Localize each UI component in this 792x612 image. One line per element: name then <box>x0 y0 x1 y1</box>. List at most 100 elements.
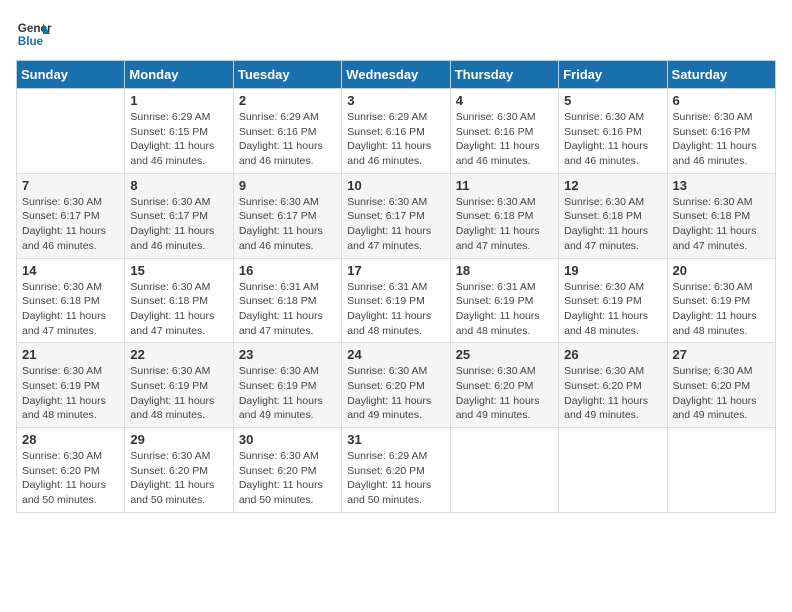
cell-info: Sunrise: 6:29 AM Sunset: 6:15 PM Dayligh… <box>130 110 227 169</box>
day-number: 12 <box>564 178 661 193</box>
calendar-table: SundayMondayTuesdayWednesdayThursdayFrid… <box>16 60 776 513</box>
day-number: 1 <box>130 93 227 108</box>
cell-info: Sunrise: 6:30 AM Sunset: 6:20 PM Dayligh… <box>564 364 661 423</box>
cell-info: Sunrise: 6:30 AM Sunset: 6:20 PM Dayligh… <box>673 364 770 423</box>
calendar-cell: 6Sunrise: 6:30 AM Sunset: 6:16 PM Daylig… <box>667 89 775 174</box>
day-number: 25 <box>456 347 553 362</box>
cell-info: Sunrise: 6:30 AM Sunset: 6:20 PM Dayligh… <box>347 364 444 423</box>
calendar-cell: 5Sunrise: 6:30 AM Sunset: 6:16 PM Daylig… <box>559 89 667 174</box>
calendar-cell <box>450 428 558 513</box>
week-row-3: 14 Sunrise: 6:30 AM Sunset: 6:18 PM Dayli… <box>17 258 776 343</box>
week-row-1: 1 Sunrise: 6:29 AM Sunset: 6:15 PM Daylig… <box>17 89 776 174</box>
cell-info: Sunrise: 6:29 AM Sunset: 6:20 PM Dayligh… <box>347 449 444 508</box>
cell-info: Sunrise: 6:30 AM Sunset: 6:19 PM Dayligh… <box>239 364 336 423</box>
calendar-cell: 29 Sunrise: 6:30 AM Sunset: 6:20 PM Dayli… <box>125 428 233 513</box>
calendar-cell: 8 Sunrise: 6:30 AM Sunset: 6:17 PM Daylig… <box>125 173 233 258</box>
header-cell-wednesday: Wednesday <box>342 61 450 89</box>
cell-info: Sunrise: 6:29 AM Sunset: 6:16 PM Dayligh… <box>347 110 444 169</box>
day-number: 13 <box>673 178 770 193</box>
cell-info: Sunrise: 6:30 AM Sunset: 6:19 PM Dayligh… <box>22 364 119 423</box>
day-number: 11 <box>456 178 553 193</box>
calendar-cell: 23 Sunrise: 6:30 AM Sunset: 6:19 PM Dayli… <box>233 343 341 428</box>
calendar-cell: 13 Sunrise: 6:30 AM Sunset: 6:18 PM Dayli… <box>667 173 775 258</box>
cell-info: Sunrise: 6:30 AM Sunset: 6:20 PM Dayligh… <box>456 364 553 423</box>
header-cell-thursday: Thursday <box>450 61 558 89</box>
cell-info: Sunrise: 6:31 AM Sunset: 6:19 PM Dayligh… <box>456 280 553 339</box>
calendar-cell: 31 Sunrise: 6:29 AM Sunset: 6:20 PM Dayli… <box>342 428 450 513</box>
calendar-cell: 3 Sunrise: 6:29 AM Sunset: 6:16 PM Daylig… <box>342 89 450 174</box>
day-number: 23 <box>239 347 336 362</box>
day-number: 17 <box>347 263 444 278</box>
calendar-cell: 2Sunrise: 6:29 AM Sunset: 6:16 PM Daylig… <box>233 89 341 174</box>
calendar-cell <box>17 89 125 174</box>
day-number: 7 <box>22 178 119 193</box>
cell-info: Sunrise: 6:30 AM Sunset: 6:18 PM Dayligh… <box>673 195 770 254</box>
day-number: 21 <box>22 347 119 362</box>
cell-info: Sunrise: 6:30 AM Sunset: 6:19 PM Dayligh… <box>564 280 661 339</box>
day-number: 31 <box>347 432 444 447</box>
cell-info: Sunrise: 6:30 AM Sunset: 6:17 PM Dayligh… <box>347 195 444 254</box>
day-number: 20 <box>673 263 770 278</box>
cell-info: Sunrise: 6:31 AM Sunset: 6:19 PM Dayligh… <box>347 280 444 339</box>
cell-info: Sunrise: 6:31 AM Sunset: 6:18 PM Dayligh… <box>239 280 336 339</box>
day-number: 16 <box>239 263 336 278</box>
day-number: 2 <box>239 93 336 108</box>
calendar-cell: 27 Sunrise: 6:30 AM Sunset: 6:20 PM Dayli… <box>667 343 775 428</box>
calendar-cell: 11 Sunrise: 6:30 AM Sunset: 6:18 PM Dayli… <box>450 173 558 258</box>
calendar-header: SundayMondayTuesdayWednesdayThursdayFrid… <box>17 61 776 89</box>
week-row-4: 21 Sunrise: 6:30 AM Sunset: 6:19 PM Dayli… <box>17 343 776 428</box>
cell-info: Sunrise: 6:30 AM Sunset: 6:16 PM Dayligh… <box>673 110 770 169</box>
calendar-cell: 21 Sunrise: 6:30 AM Sunset: 6:19 PM Dayli… <box>17 343 125 428</box>
day-number: 26 <box>564 347 661 362</box>
header-cell-sunday: Sunday <box>17 61 125 89</box>
calendar-cell: 16 Sunrise: 6:31 AM Sunset: 6:18 PM Dayli… <box>233 258 341 343</box>
logo-icon: General Blue <box>16 16 52 52</box>
cell-info: Sunrise: 6:30 AM Sunset: 6:16 PM Dayligh… <box>564 110 661 169</box>
day-number: 3 <box>347 93 444 108</box>
calendar-body: 1 Sunrise: 6:29 AM Sunset: 6:15 PM Daylig… <box>17 89 776 513</box>
calendar-cell: 1 Sunrise: 6:29 AM Sunset: 6:15 PM Daylig… <box>125 89 233 174</box>
cell-info: Sunrise: 6:30 AM Sunset: 6:17 PM Dayligh… <box>22 195 119 254</box>
calendar-cell: 25 Sunrise: 6:30 AM Sunset: 6:20 PM Dayli… <box>450 343 558 428</box>
day-number: 24 <box>347 347 444 362</box>
day-number: 15 <box>130 263 227 278</box>
cell-info: Sunrise: 6:30 AM Sunset: 6:20 PM Dayligh… <box>130 449 227 508</box>
logo: General Blue <box>16 16 52 52</box>
day-number: 14 <box>22 263 119 278</box>
day-number: 30 <box>239 432 336 447</box>
calendar-cell: 19 Sunrise: 6:30 AM Sunset: 6:19 PM Dayli… <box>559 258 667 343</box>
cell-info: Sunrise: 6:30 AM Sunset: 6:20 PM Dayligh… <box>22 449 119 508</box>
calendar-cell: 17 Sunrise: 6:31 AM Sunset: 6:19 PM Dayli… <box>342 258 450 343</box>
cell-info: Sunrise: 6:30 AM Sunset: 6:19 PM Dayligh… <box>673 280 770 339</box>
page-header: General Blue <box>16 16 776 52</box>
calendar-cell: 22Sunrise: 6:30 AM Sunset: 6:19 PM Dayli… <box>125 343 233 428</box>
cell-info: Sunrise: 6:30 AM Sunset: 6:17 PM Dayligh… <box>130 195 227 254</box>
calendar-cell: 12 Sunrise: 6:30 AM Sunset: 6:18 PM Dayli… <box>559 173 667 258</box>
week-row-2: 7 Sunrise: 6:30 AM Sunset: 6:17 PM Daylig… <box>17 173 776 258</box>
day-number: 29 <box>130 432 227 447</box>
day-number: 9 <box>239 178 336 193</box>
calendar-cell: 4Sunrise: 6:30 AM Sunset: 6:16 PM Daylig… <box>450 89 558 174</box>
day-number: 18 <box>456 263 553 278</box>
cell-info: Sunrise: 6:30 AM Sunset: 6:16 PM Dayligh… <box>456 110 553 169</box>
cell-info: Sunrise: 6:30 AM Sunset: 6:17 PM Dayligh… <box>239 195 336 254</box>
header-cell-monday: Monday <box>125 61 233 89</box>
calendar-cell: 28Sunrise: 6:30 AM Sunset: 6:20 PM Dayli… <box>17 428 125 513</box>
calendar-cell: 26 Sunrise: 6:30 AM Sunset: 6:20 PM Dayli… <box>559 343 667 428</box>
day-number: 22 <box>130 347 227 362</box>
day-number: 8 <box>130 178 227 193</box>
week-row-5: 28Sunrise: 6:30 AM Sunset: 6:20 PM Dayli… <box>17 428 776 513</box>
header-cell-tuesday: Tuesday <box>233 61 341 89</box>
calendar-cell: 15 Sunrise: 6:30 AM Sunset: 6:18 PM Dayli… <box>125 258 233 343</box>
day-number: 27 <box>673 347 770 362</box>
calendar-cell: 20 Sunrise: 6:30 AM Sunset: 6:19 PM Dayli… <box>667 258 775 343</box>
calendar-cell: 10Sunrise: 6:30 AM Sunset: 6:17 PM Dayli… <box>342 173 450 258</box>
cell-info: Sunrise: 6:30 AM Sunset: 6:18 PM Dayligh… <box>456 195 553 254</box>
header-cell-saturday: Saturday <box>667 61 775 89</box>
calendar-cell: 24 Sunrise: 6:30 AM Sunset: 6:20 PM Dayli… <box>342 343 450 428</box>
cell-info: Sunrise: 6:30 AM Sunset: 6:18 PM Dayligh… <box>564 195 661 254</box>
cell-info: Sunrise: 6:30 AM Sunset: 6:18 PM Dayligh… <box>130 280 227 339</box>
calendar-cell <box>559 428 667 513</box>
calendar-cell: 30Sunrise: 6:30 AM Sunset: 6:20 PM Dayli… <box>233 428 341 513</box>
day-number: 19 <box>564 263 661 278</box>
